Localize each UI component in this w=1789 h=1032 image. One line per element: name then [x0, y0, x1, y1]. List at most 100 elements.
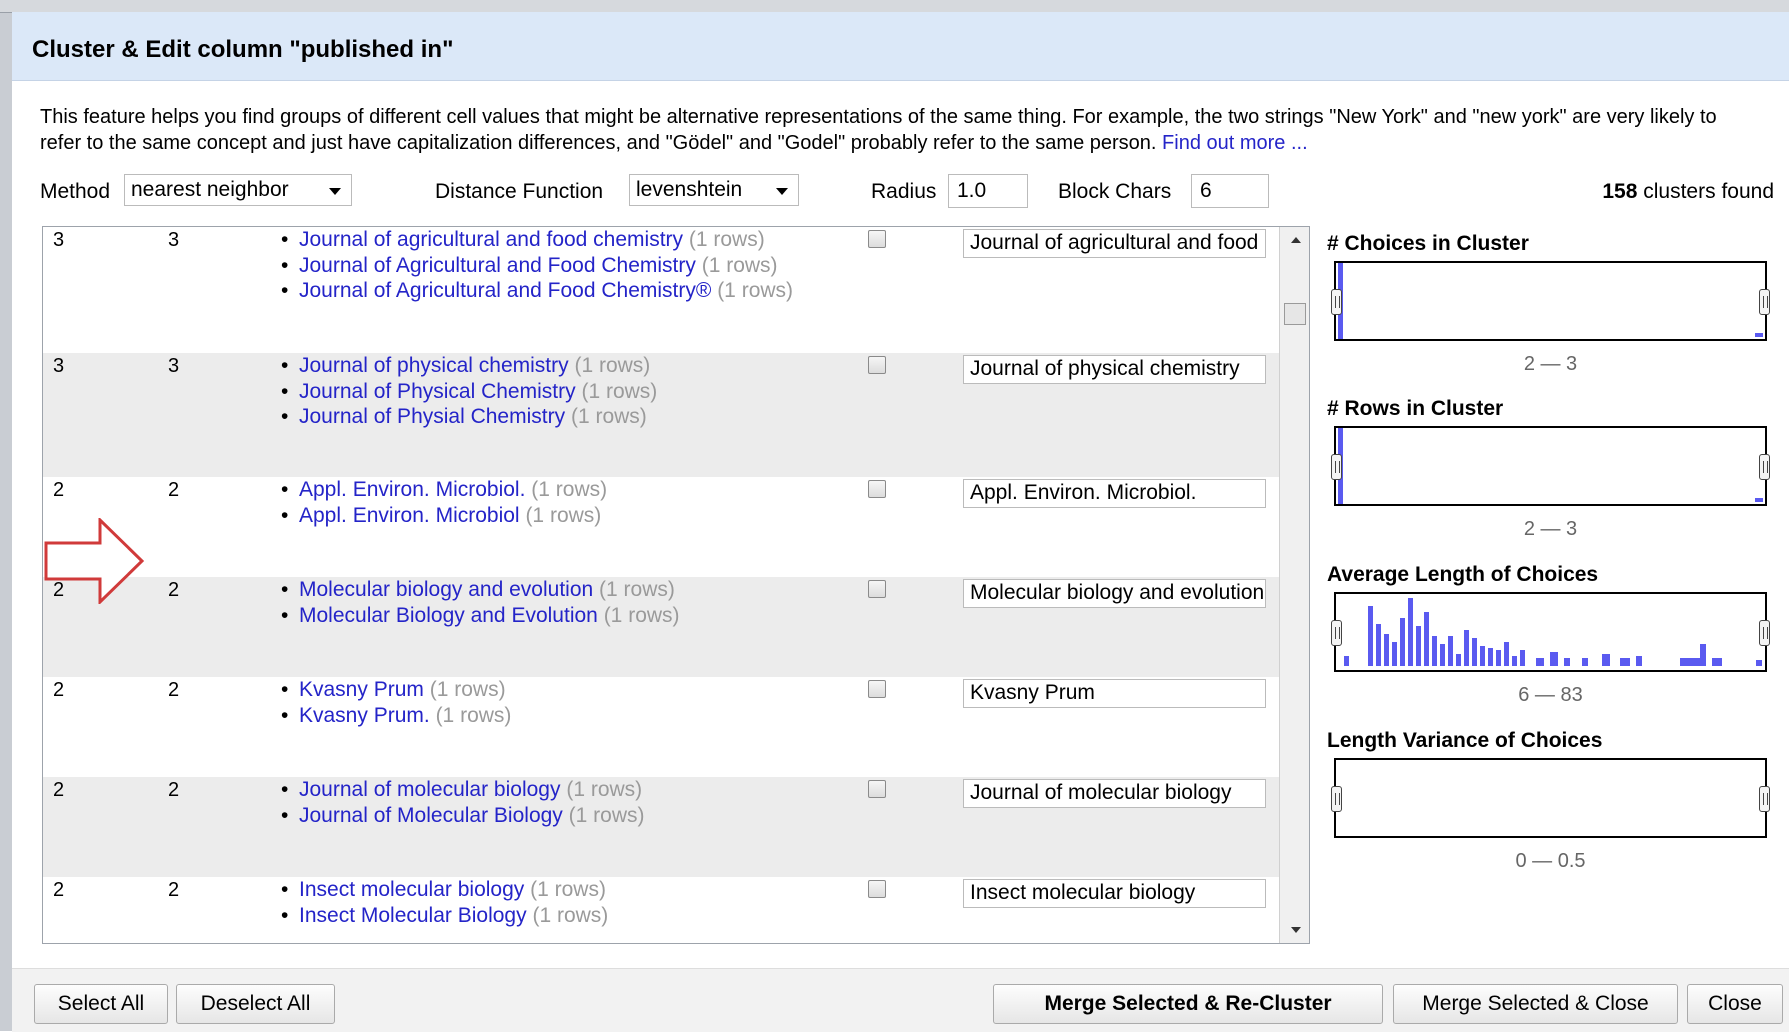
cluster-value-item: • Journal of agricultural and food chemis… [273, 227, 863, 253]
scroll-down-icon[interactable] [1291, 927, 1301, 933]
cluster-value-link[interactable]: Molecular biology and evolution [299, 578, 593, 601]
facet-histogram[interactable] [1331, 758, 1770, 838]
range-handle-right[interactable] [1759, 786, 1770, 812]
facet-title: Average Length of Choices [1327, 563, 1599, 586]
new-cell-value-input[interactable]: Journal of agricultural and food chemist… [963, 229, 1266, 258]
facet-histogram[interactable] [1331, 261, 1770, 341]
cluster-value-link[interactable]: Journal of physical chemistry [299, 354, 569, 377]
right-arrow-icon [44, 518, 145, 604]
histogram-bar [1602, 654, 1610, 666]
method-select[interactable]: nearest neighbor [124, 174, 352, 206]
range-handle-left[interactable] [1331, 620, 1342, 646]
cluster-value-link[interactable]: Appl. Environ. Microbiol [299, 504, 520, 527]
cluster-value-link[interactable]: Insect Molecular Biology [299, 904, 527, 927]
radius-label: Radius [871, 180, 937, 203]
deselect-all-button[interactable]: Deselect All [176, 984, 335, 1024]
facet-range-label: 6 — 83 [1518, 684, 1583, 706]
range-handle-left[interactable] [1331, 786, 1342, 812]
description-text: This feature helps you find groups of di… [40, 106, 1717, 154]
select-all-button[interactable]: Select All [34, 984, 168, 1024]
cluster-value-link[interactable]: Journal of Physical Chemistry [299, 380, 576, 403]
merge-recluster-button[interactable]: Merge Selected & Re-Cluster [993, 984, 1383, 1024]
range-handle-left[interactable] [1331, 454, 1342, 480]
histogram-bar [1464, 630, 1469, 666]
bullet-icon: • [281, 405, 289, 428]
cluster-value-count: (1 rows) [717, 279, 794, 302]
facet-histogram[interactable] [1331, 426, 1770, 506]
new-cell-value-input[interactable]: Journal of molecular biology [963, 779, 1266, 808]
cluster-value-link[interactable]: Insect molecular biology [299, 878, 524, 901]
cluster-value-count: (1 rows) [581, 379, 658, 403]
cluster-value-link[interactable]: Molecular Biology and Evolution [299, 604, 598, 627]
block-chars-input[interactable]: 6 [1191, 174, 1269, 208]
histogram-bar [1448, 636, 1453, 666]
cluster-value-link[interactable]: Kvasny Prum. [299, 704, 430, 727]
merge-checkbox[interactable] [868, 356, 886, 374]
cluster-row: 2 2 • Kvasny Prum (1 rows) • Kvasny Prum. (1 … [43, 677, 1279, 777]
cluster-value-link[interactable]: Journal of Molecular Biology [299, 804, 563, 827]
cluster-value-count: (1 rows) [599, 578, 675, 601]
bullet-icon: • [281, 703, 289, 727]
merge-checkbox[interactable] [868, 780, 886, 798]
clusters-found-suffix: clusters found [1637, 180, 1774, 203]
merge-checkbox[interactable] [868, 480, 886, 498]
cluster-value-link[interactable]: Journal of Agricultural and Food Chemist… [299, 279, 711, 302]
new-cell-value-input[interactable]: Molecular biology and evolution [963, 579, 1266, 608]
histogram-bar [1550, 652, 1558, 666]
cluster-value-link[interactable]: Journal of molecular biology [299, 778, 560, 801]
merge-checkbox[interactable] [868, 680, 886, 698]
new-cell-value-input[interactable]: Kvasny Prum [963, 679, 1266, 708]
cluster-size: 2 [53, 879, 65, 901]
histogram-bar [1582, 658, 1588, 666]
distance-function-select[interactable]: levenshtein [629, 174, 799, 206]
histogram-bar [1496, 650, 1501, 666]
range-handle-right[interactable] [1759, 454, 1770, 480]
merge-checkbox[interactable] [868, 230, 886, 248]
cluster-row-count: 3 [168, 229, 180, 251]
bullet-icon: • [281, 253, 289, 277]
clusters-table[interactable]: 3 3 • Journal of agricultural and food chem… [42, 226, 1310, 944]
histogram-bar [1700, 644, 1706, 666]
cluster-value-item: • Journal of Agricultural and Food Chemis… [273, 253, 863, 279]
find-out-more-link[interactable]: Find out more ... [1162, 132, 1308, 154]
cluster-value-count: (1 rows) [532, 903, 609, 927]
merge-close-button[interactable]: Merge Selected & Close [1393, 984, 1678, 1024]
new-cell-value-input[interactable]: Insect molecular biology [963, 879, 1266, 908]
bullet-icon: • [281, 478, 289, 501]
range-handle-right[interactable] [1759, 289, 1770, 315]
histogram-bar [1520, 650, 1525, 666]
range-handle-right[interactable] [1759, 620, 1770, 646]
cluster-value-link[interactable]: Journal of Physial Chemistry [299, 405, 565, 428]
dropdown-arrow-icon [329, 188, 341, 195]
cluster-value-count: (1 rows) [429, 678, 506, 701]
cluster-value-item: • Molecular biology and evolution (1 rows… [273, 577, 863, 603]
cluster-value-link[interactable]: Kvasny Prum [299, 678, 424, 701]
table-scrollbar[interactable] [1279, 227, 1309, 943]
radius-input[interactable]: 1.0 [948, 174, 1028, 208]
close-button[interactable]: Close [1687, 984, 1783, 1024]
cluster-value-item: • Appl. Environ. Microbiol. (1 rows) [273, 477, 863, 503]
clusters-found-text: 158 clusters found [1602, 180, 1774, 204]
cluster-value-link[interactable]: Journal of Agricultural and Food Chemist… [299, 254, 696, 277]
cluster-value-item: • Insect Molecular Biology (1 rows) [273, 903, 863, 929]
range-handle-left[interactable] [1331, 289, 1342, 315]
histogram-bar [1564, 658, 1570, 666]
histogram-bar [1480, 646, 1485, 666]
scroll-up-icon[interactable] [1291, 237, 1301, 243]
new-cell-value-input[interactable]: Journal of physical chemistry [963, 355, 1266, 384]
scroll-thumb[interactable] [1284, 303, 1306, 325]
cluster-values-list: • Kvasny Prum (1 rows) • Kvasny Prum. (1 ro… [273, 677, 863, 728]
cluster-value-item: • Kvasny Prum (1 rows) [273, 677, 863, 703]
facet-title: Length Variance of Choices [1327, 729, 1603, 752]
facet-histogram[interactable] [1331, 592, 1770, 672]
bullet-icon: • [281, 878, 289, 901]
cluster-value-item: • Journal of physical chemistry (1 rows) [273, 353, 863, 379]
bullet-icon: • [281, 279, 289, 302]
merge-checkbox[interactable] [868, 580, 886, 598]
histogram-bar [1456, 654, 1461, 666]
cluster-value-link[interactable]: Journal of agricultural and food chemist… [299, 228, 683, 251]
cluster-row-count: 2 [168, 779, 180, 801]
merge-checkbox[interactable] [868, 880, 886, 898]
cluster-value-link[interactable]: Appl. Environ. Microbiol. [299, 478, 525, 501]
new-cell-value-input[interactable]: Appl. Environ. Microbiol. [963, 479, 1266, 508]
